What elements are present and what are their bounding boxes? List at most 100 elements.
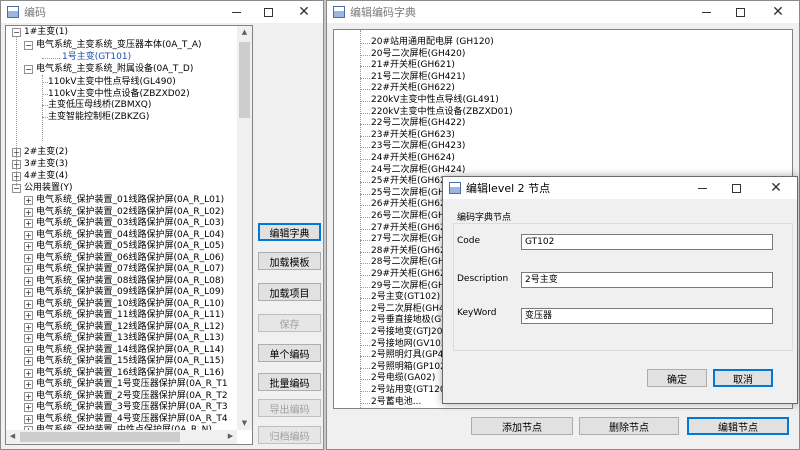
dictionary-item[interactable]: 2号接地网(GV102) (371, 339, 450, 350)
tree-node-sub-item[interactable]: 110kV主变中性点设备(ZBZXD02) (48, 89, 190, 100)
dictionary-item[interactable]: 26号二次屏柜(GH4 (371, 211, 450, 222)
dictionary-item[interactable]: 2号站用变(GT120) (371, 385, 449, 396)
keyword-field[interactable]: 变压器 (521, 308, 773, 324)
description-field[interactable]: 2号主变 (521, 272, 773, 288)
tree-node-child1[interactable]: 电气系统_主变系统_变压器本体(0A_T_A) (36, 40, 202, 51)
scroll-left-icon[interactable]: ◀ (6, 430, 19, 444)
tree-node-public-item[interactable]: 电气系统_保护装置_06线路保护屏(0A_R_L06) (36, 253, 224, 264)
dictionary-item[interactable]: 220kV主变中性点设备(ZBZXD01) (371, 107, 513, 118)
tree-node-public-item[interactable]: 电气系统_保护装置_3号变压器保护屏(0A_R_T3 (36, 402, 228, 413)
tree-node-public-item[interactable]: 电气系统_保护装置_03线路保护屏(0A_R_L03) (36, 218, 224, 229)
expand-icon[interactable]: + (24, 322, 33, 332)
maximize-button[interactable] (251, 1, 285, 23)
expand-icon[interactable]: + (24, 288, 33, 297)
dictionary-item[interactable]: 29号二次屏柜(GH4 (371, 281, 450, 292)
tree-node-public-item[interactable]: 电气系统_保护装置_14线路保护屏(0A_R_L14) (36, 345, 224, 356)
add-node-button[interactable]: 添加节点 (471, 417, 573, 435)
tree-node-public-item[interactable]: 电气系统_保护装置_08线路保护屏(0A_R_L08) (36, 276, 224, 287)
dictionary-item[interactable]: 21#开关柜(GH621) (371, 60, 455, 71)
ok-button[interactable]: 确定 (647, 369, 707, 387)
collapse-icon[interactable]: − (24, 65, 33, 74)
dictionary-item[interactable]: 2号照明箱(GP102) (371, 362, 449, 373)
dictionary-item[interactable]: 2号电缆(GA02) (371, 373, 435, 384)
code-tree[interactable]: − 1#主变(1) − 电气系统_主变系统_变压器本体(0A_T_A) 1号主变… (5, 25, 253, 445)
tree-node-root[interactable]: 4#主变(4) (24, 171, 68, 182)
maximize-button[interactable] (719, 177, 753, 199)
dictionary-item[interactable]: 24#开关柜(GH624) (371, 153, 455, 164)
tree-node-sub-item[interactable]: 110kV主变中性点导线(GL490) (48, 77, 176, 88)
close-button[interactable]: ✕ (761, 1, 795, 23)
expand-icon[interactable]: + (24, 380, 33, 389)
expand-icon[interactable]: + (24, 242, 33, 251)
dictionary-item[interactable]: 2号垂直接地极(GV (371, 315, 447, 326)
tree-node-public-item[interactable]: 电气系统_保护装置_13线路保护屏(0A_R_L13) (36, 333, 224, 344)
tree-node-public-item[interactable]: 电气系统_保护装置_10线路保护屏(0A_R_L10) (36, 299, 224, 310)
dictionary-item[interactable]: 28号二次屏柜(GH4 (371, 257, 450, 268)
dictionary-item[interactable]: 21号二次屏柜(GH421) (371, 72, 465, 83)
tree-node-public[interactable]: 公用装置(Y) (24, 183, 73, 194)
tree-node-public-item[interactable]: 电气系统_保护装置_2号变压器保护屏(0A_R_T2 (36, 391, 228, 402)
cancel-button[interactable]: 取消 (713, 369, 773, 387)
close-button[interactable]: ✕ (759, 177, 793, 199)
tree-node-public-item[interactable]: 电气系统_保护装置_09线路保护屏(0A_R_L09) (36, 287, 224, 298)
single-code-button[interactable]: 单个编码 (258, 344, 321, 362)
batch-code-button[interactable]: 批量编码 (258, 373, 321, 391)
edit-dictionary-button[interactable]: 编辑字典 (258, 223, 321, 241)
expand-icon[interactable]: + (24, 368, 33, 378)
scroll-thumb-horizontal[interactable] (20, 432, 180, 442)
archive-code-button[interactable]: 归档编码 (258, 426, 321, 444)
tree-node-public-item[interactable]: 电气系统_保护装置_07线路保护屏(0A_R_L07) (36, 264, 224, 275)
expand-icon[interactable]: + (24, 414, 33, 424)
minimize-button[interactable] (685, 177, 719, 199)
dialog-titlebar[interactable]: 编辑level 2 节点 ✕ (443, 177, 797, 199)
code-field[interactable]: GT102 (521, 234, 773, 250)
expand-icon[interactable]: + (24, 357, 33, 366)
dictionary-item[interactable]: 2号接地变(GTJ20) (371, 327, 446, 338)
dictionary-item[interactable]: 2号主变(GT102) (371, 292, 440, 303)
dictionary-item[interactable]: 20#站用通用配电屏 (GH120) (371, 37, 494, 48)
dictionary-item[interactable]: 2号二次屏柜(GH40 (371, 304, 450, 315)
dictionary-item[interactable]: 23#开关柜(GH623) (371, 130, 455, 141)
save-button[interactable]: 保存 (258, 314, 321, 332)
tree-node-public-item[interactable]: 电气系统_保护装置_12线路保护屏(0A_R_L12) (36, 322, 224, 333)
dictionary-item[interactable]: 22#开关柜(GH622) (371, 83, 455, 94)
expand-icon[interactable]: + (24, 230, 33, 240)
minimize-button[interactable] (219, 1, 253, 23)
close-button[interactable]: ✕ (287, 1, 321, 23)
dictionary-item[interactable]: 22号二次屏柜(GH422) (371, 118, 465, 129)
dictionary-item[interactable]: 24号二次屏柜(GH424) (371, 165, 465, 176)
tree-horizontal-scrollbar[interactable]: ◀ ▶ (6, 430, 237, 444)
minimize-button[interactable] (689, 1, 723, 23)
dictionary-item[interactable]: 25号二次屏柜(GH4 (371, 188, 450, 199)
expand-icon[interactable]: + (24, 299, 33, 309)
scroll-right-icon[interactable]: ▶ (224, 430, 237, 444)
tree-node-root[interactable]: 3#主变(3) (24, 159, 68, 170)
scroll-thumb[interactable] (239, 42, 250, 118)
expand-icon[interactable]: + (24, 276, 33, 286)
dictionary-item[interactable]: 2号蓄电池... (371, 397, 421, 408)
expand-icon[interactable]: + (24, 403, 33, 412)
tree-node-public-item[interactable]: 电气系统_保护装置_15线路保护屏(0A_R_L15) (36, 356, 224, 367)
load-items-button[interactable]: 加载项目 (258, 283, 321, 301)
left-window-titlebar[interactable]: 编码 ✕ (1, 1, 323, 23)
tree-node-root1[interactable]: 1#主变(1) (24, 27, 68, 38)
tree-node-public-item[interactable]: 电气系统_保护装置_1号变压器保护屏(0A_R_T1 (36, 379, 228, 390)
expand-icon[interactable]: + (24, 219, 33, 228)
right-window-titlebar[interactable]: 编辑编码字典 ✕ (327, 1, 799, 23)
export-code-button[interactable]: 导出编码 (258, 399, 321, 417)
delete-node-button[interactable]: 删除节点 (579, 417, 679, 435)
dictionary-item[interactable]: 23号二次屏柜(GH423) (371, 141, 465, 152)
tree-node-public-item[interactable]: 电气系统_保护装置_01线路保护屏(0A_R_L01) (36, 195, 224, 206)
tree-node-sub-item[interactable]: 主变低压母线桥(ZBMXQ) (48, 100, 151, 111)
tree-node-public-item[interactable]: 电气系统_保护装置_4号变压器保护屏(0A_R_T4 (36, 414, 228, 425)
expand-icon[interactable]: + (24, 311, 33, 320)
tree-node-public-item[interactable]: 电气系统_保护装置_16线路保护屏(0A_R_L16) (36, 368, 224, 379)
expand-icon[interactable]: + (24, 334, 33, 343)
maximize-button[interactable] (723, 1, 757, 23)
tree-node-leaf-selected[interactable]: 1号主变(GT101) (62, 52, 131, 63)
dictionary-item[interactable]: 2号照明灯具(GP40 (371, 350, 449, 361)
tree-node-root[interactable]: 2#主变(2) (24, 147, 68, 158)
expand-icon[interactable]: + (24, 265, 33, 274)
scroll-down-icon[interactable]: ▼ (237, 417, 252, 430)
dictionary-item[interactable]: 20号二次屏柜(GH420) (371, 49, 465, 60)
